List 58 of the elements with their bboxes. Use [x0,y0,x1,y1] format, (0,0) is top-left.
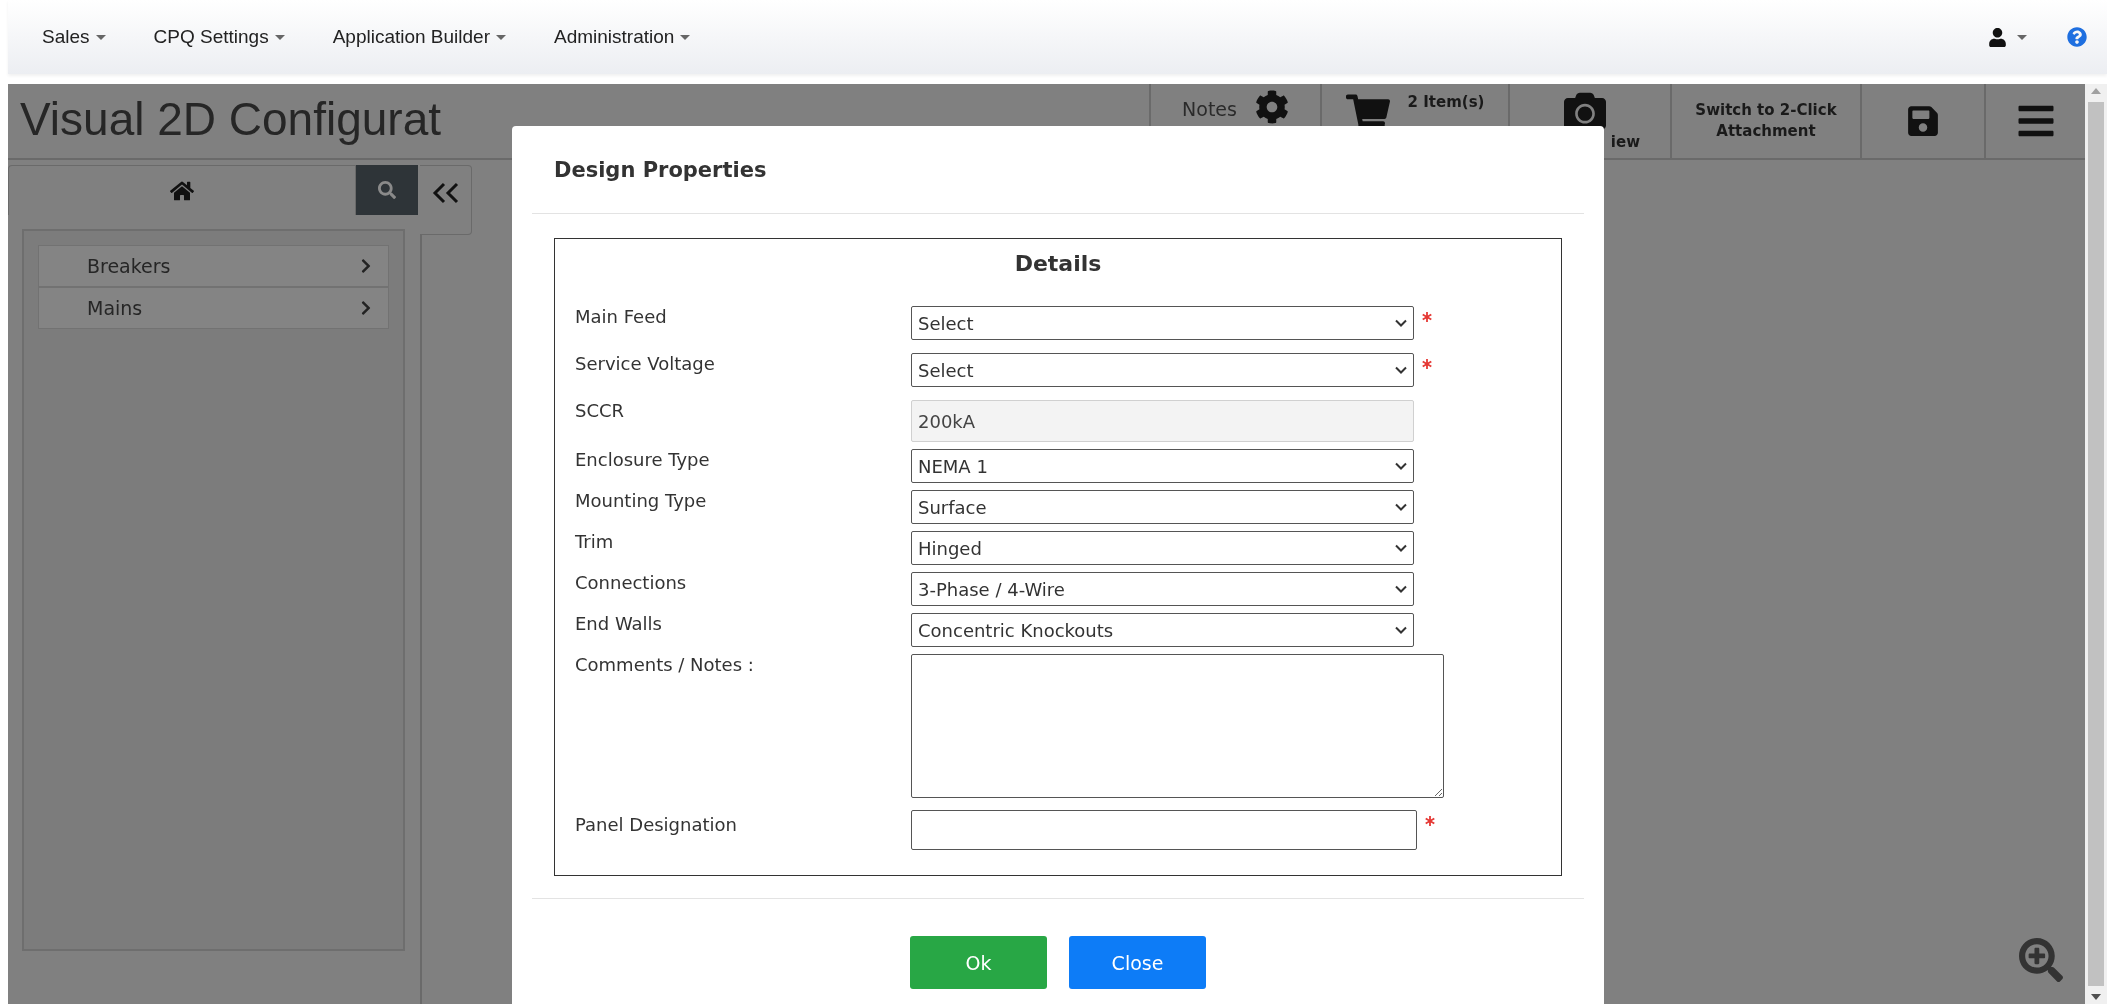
chevron-down-icon [1395,544,1407,552]
comments-field[interactable] [911,654,1444,798]
zoom-in-button[interactable] [2019,938,2063,982]
field-label: Trim [575,531,615,552]
caret-icon [2017,34,2027,40]
double-chevron-left-icon [431,182,460,204]
readonly-field[interactable]: 200kA [911,400,1414,442]
search-icon [378,181,396,199]
zoom-in-icon [2019,938,2063,982]
scroll-up-icon [2091,88,2101,94]
help-button[interactable] [2067,27,2087,47]
user-icon [1988,27,2007,47]
nav-menu[interactable]: Administration [540,26,705,48]
caret-icon [496,34,506,40]
caret-icon [680,34,691,40]
caret-icon [95,34,106,40]
field-label: Comments / Notes : [575,654,755,675]
help-icon [2067,27,2087,47]
dialog-title: Design Properties [554,157,767,182]
switch-attachment-button[interactable]: Switch to 2-Click Attachment [1670,84,1860,158]
chevron-down-icon [1395,462,1407,470]
dropdown-field[interactable]: 3-Phase / 4-Wire [911,572,1414,606]
dropdown-field[interactable]: Surface [911,490,1414,524]
field-label: Main Feed [575,306,668,327]
gear-icon [1254,90,1289,124]
dropdown-field[interactable]: Select [911,353,1414,387]
dropdown-field[interactable]: Hinged [911,531,1414,565]
field-label: Enclosure Type [575,449,711,470]
chevron-down-icon [1395,503,1407,511]
search-button[interactable] [356,165,418,215]
scroll-down-icon [2091,994,2101,1000]
field-label: Panel Designation [575,813,738,835]
field-label: SCCR [575,400,626,421]
user-menu[interactable] [1988,27,2027,47]
field-label: Mounting Type [575,490,708,511]
dropdown-field[interactable]: NEMA 1 [911,449,1414,483]
field-label: End Walls [575,613,663,634]
caret-icon [274,34,285,40]
nav-menu[interactable]: Sales [28,26,120,48]
dropdown-field[interactable]: Select [911,306,1414,340]
input-field[interactable] [911,810,1417,850]
close-button[interactable]: Close [1069,936,1206,989]
chevron-down-icon [1395,366,1407,374]
page-title: Visual 2D Configurat [19,92,443,147]
field-label: Service Voltage [575,353,716,374]
chevron-down-icon [1395,626,1407,634]
section-title: Details [1013,251,1103,276]
sidebar-item[interactable]: Mains [38,287,389,329]
nav-menu[interactable]: Application Builder [318,26,520,48]
save-icon [1906,104,1940,138]
sidebar-item[interactable]: Breakers [38,245,389,287]
nav-menu[interactable]: CPQ Settings [139,26,299,48]
chevron-down-icon [1395,319,1407,327]
scrollbar[interactable] [2085,84,2107,1004]
field-label: Connections [575,572,688,593]
dropdown-field[interactable]: Concentric Knockouts [911,613,1414,647]
collapse-tab[interactable] [420,165,472,235]
chevron-down-icon [1395,585,1407,593]
